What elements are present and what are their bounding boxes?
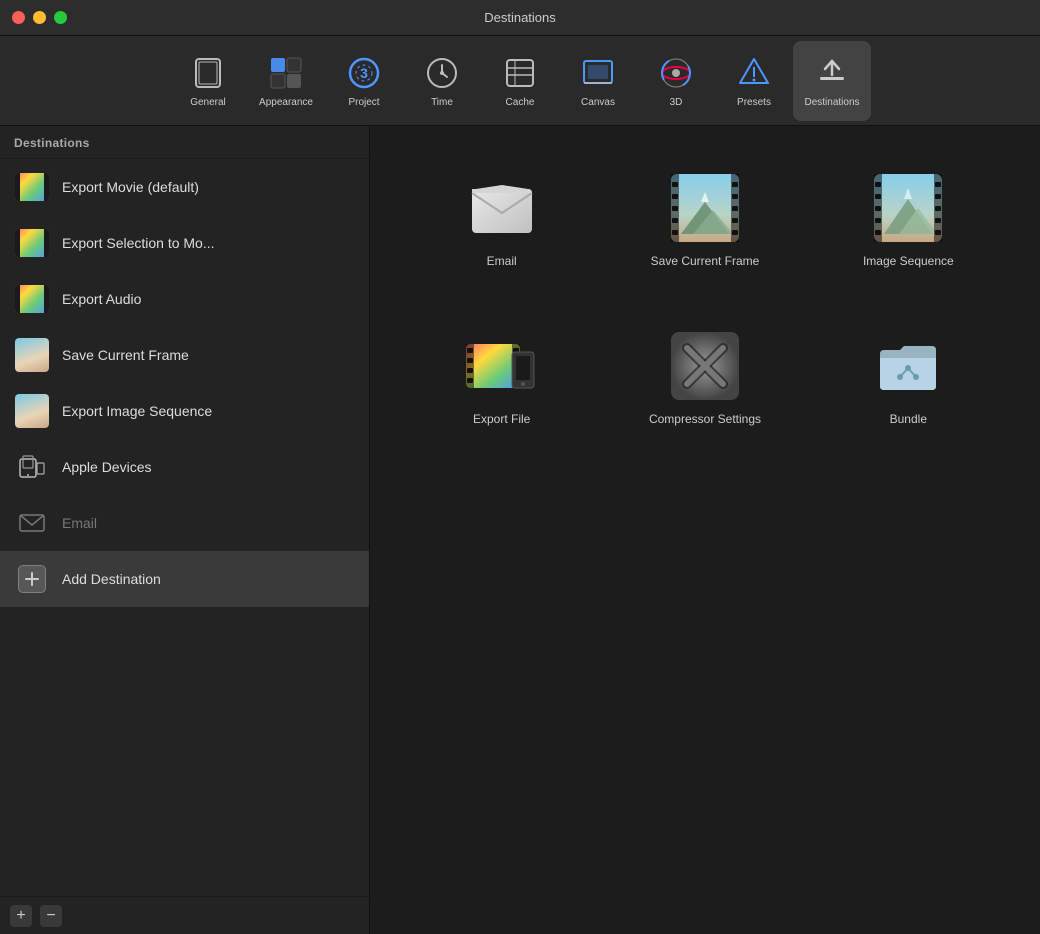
main-area: Destinations Export Movie (default) Expo… [0, 126, 1040, 934]
sidebar-item-icon-export-selection [14, 225, 50, 261]
export-file-dest-icon [466, 330, 538, 402]
toolbar-item-appearance[interactable]: Appearance [247, 41, 325, 121]
sidebar-item-icon-add [14, 561, 50, 597]
dest-item-save-current-frame[interactable]: Save Current Frame [613, 156, 796, 284]
sidebar-item-label-export-audio: Export Audio [62, 291, 141, 307]
sidebar-item-label-export-selection: Export Selection to Mo... [62, 235, 215, 251]
sidebar-item-export-selection[interactable]: Export Selection to Mo... [0, 215, 369, 271]
sidebar-item-save-current-frame[interactable]: Save Current Frame [0, 327, 369, 383]
sidebar: Destinations Export Movie (default) Expo… [0, 126, 370, 934]
content-area: Email [370, 126, 1040, 934]
destinations-label: Destinations [804, 97, 859, 108]
sidebar-header: Destinations [0, 126, 369, 159]
compressor-settings-dest-icon [669, 330, 741, 402]
dest-item-bundle[interactable]: Bundle [817, 314, 1000, 442]
toolbar-item-destinations[interactable]: Destinations [793, 41, 871, 121]
dest-label-compressor-settings: Compressor Settings [649, 412, 761, 426]
general-label: General [190, 97, 226, 108]
3d-label: 3D [670, 97, 683, 108]
bundle-dest-icon [872, 330, 944, 402]
window-controls [12, 11, 67, 24]
toolbar: General Appearance 3 Project [0, 36, 1040, 126]
minimize-button[interactable] [33, 11, 46, 24]
canvas-icon [578, 53, 618, 93]
dest-label-export-file: Export File [473, 412, 530, 426]
presets-label: Presets [737, 97, 771, 108]
3d-icon [656, 53, 696, 93]
sidebar-item-label-save-current-frame: Save Current Frame [62, 347, 189, 363]
dest-label-save-current-frame: Save Current Frame [651, 254, 760, 268]
canvas-label: Canvas [581, 97, 615, 108]
sidebar-item-icon-export-image-sequence [14, 393, 50, 429]
svg-text:3: 3 [360, 65, 368, 81]
sidebar-item-icon-save-current-frame [14, 337, 50, 373]
close-button[interactable] [12, 11, 25, 24]
sidebar-item-icon-email [14, 505, 50, 541]
add-footer-button[interactable]: + [10, 905, 32, 927]
sidebar-item-label-email: Email [62, 515, 97, 531]
destinations-icon [812, 53, 852, 93]
appearance-icon [266, 53, 306, 93]
sidebar-list: Export Movie (default) Export Selection … [0, 159, 369, 896]
toolbar-item-canvas[interactable]: Canvas [559, 41, 637, 121]
remove-footer-button[interactable]: − [40, 905, 62, 927]
dest-item-export-file[interactable]: Export File [410, 314, 593, 442]
sidebar-item-apple-devices[interactable]: Apple Devices [0, 439, 369, 495]
time-label: Time [431, 97, 453, 108]
toolbar-item-cache[interactable]: Cache [481, 41, 559, 121]
sidebar-item-label-export-movie: Export Movie (default) [62, 179, 199, 195]
save-current-frame-dest-icon [669, 172, 741, 244]
dest-item-compressor-settings[interactable]: Compressor Settings [613, 314, 796, 442]
image-sequence-dest-icon [872, 172, 944, 244]
toolbar-item-presets[interactable]: Presets [715, 41, 793, 121]
cache-label: Cache [506, 97, 535, 108]
sidebar-item-label-apple-devices: Apple Devices [62, 459, 152, 475]
toolbar-item-time[interactable]: Time [403, 41, 481, 121]
time-icon [422, 53, 462, 93]
destination-grid: Email [410, 156, 1000, 442]
dest-item-image-sequence[interactable]: Image Sequence [817, 156, 1000, 284]
general-icon [188, 53, 228, 93]
toolbar-item-3d[interactable]: 3D [637, 41, 715, 121]
project-label: Project [348, 97, 379, 108]
email-dest-icon [466, 172, 538, 244]
sidebar-item-export-audio[interactable]: Export Audio [0, 271, 369, 327]
sidebar-item-label-export-image-sequence: Export Image Sequence [62, 403, 212, 419]
presets-icon [734, 53, 774, 93]
dest-label-image-sequence: Image Sequence [863, 254, 954, 268]
title-bar: Destinations [0, 0, 1040, 36]
cache-icon [500, 53, 540, 93]
sidebar-item-export-image-sequence[interactable]: Export Image Sequence [0, 383, 369, 439]
sidebar-footer: + − [0, 896, 369, 934]
maximize-button[interactable] [54, 11, 67, 24]
dest-label-bundle: Bundle [890, 412, 927, 426]
sidebar-item-icon-export-audio [14, 281, 50, 317]
sidebar-item-label-add-destination: Add Destination [62, 571, 161, 587]
sidebar-item-add-destination[interactable]: Add Destination [0, 551, 369, 607]
toolbar-item-project[interactable]: 3 Project [325, 41, 403, 121]
sidebar-item-icon-export-movie [14, 169, 50, 205]
sidebar-item-email[interactable]: Email [0, 495, 369, 551]
project-icon: 3 [344, 53, 384, 93]
dest-item-email[interactable]: Email [410, 156, 593, 284]
dest-label-email: Email [487, 254, 517, 268]
sidebar-item-icon-apple-devices [14, 449, 50, 485]
toolbar-item-general[interactable]: General [169, 41, 247, 121]
window-title: Destinations [484, 10, 556, 25]
sidebar-item-export-movie[interactable]: Export Movie (default) [0, 159, 369, 215]
appearance-label: Appearance [259, 97, 313, 108]
